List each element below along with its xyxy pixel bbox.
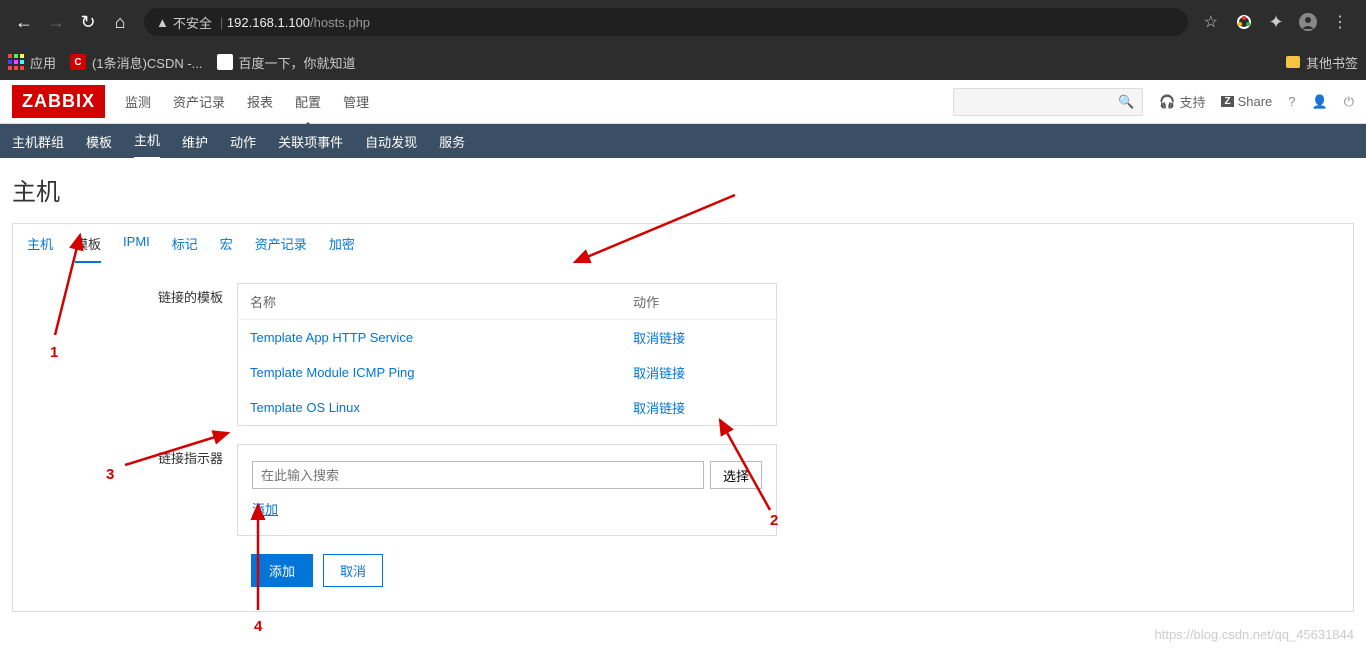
nav-config[interactable]: 配置 bbox=[295, 88, 321, 115]
address-bar[interactable]: ▲ 不安全 | 192.168.1.100/hosts.php bbox=[144, 8, 1188, 36]
nav-asset[interactable]: 资产记录 bbox=[173, 88, 225, 115]
baidu-bookmark[interactable]: 百度一下，你就知道 bbox=[217, 53, 356, 72]
annotation-1: 1 bbox=[50, 344, 58, 361]
tab-template[interactable]: 模板 bbox=[75, 234, 101, 263]
annotation-2: 2 bbox=[770, 512, 778, 529]
zabbix-logo[interactable]: ZABBIX bbox=[12, 85, 105, 118]
subnav-hostgroup[interactable]: 主机群组 bbox=[12, 124, 64, 159]
col-action: 动作 bbox=[621, 284, 776, 320]
linked-templates-label: 链接的模板 bbox=[27, 283, 237, 426]
browser-toolbar: ← → ↻ ⌂ ▲ 不安全 | 192.168.1.100/hosts.php … bbox=[0, 0, 1366, 44]
add-template-link[interactable]: 添加 bbox=[252, 499, 278, 518]
tab-host[interactable]: 主机 bbox=[27, 234, 53, 263]
profile-icon[interactable] bbox=[1298, 12, 1318, 32]
bookmark-bar: 应用 C (1条消息)CSDN -... 百度一下，你就知道 其他书签 bbox=[0, 44, 1366, 80]
subnav-service[interactable]: 服务 bbox=[439, 124, 465, 159]
chrome-colors-icon[interactable] bbox=[1234, 12, 1254, 32]
apps-grid-icon bbox=[8, 54, 24, 70]
user-icon[interactable]: 👤 bbox=[1312, 94, 1328, 110]
tab-macro[interactable]: 宏 bbox=[220, 234, 233, 263]
menu-icon[interactable]: ⋮ bbox=[1330, 12, 1350, 32]
url-host: 192.168.1.100 bbox=[227, 15, 310, 30]
table-row: Template App HTTP Service 取消链接 bbox=[238, 320, 777, 356]
nav-report[interactable]: 报表 bbox=[247, 88, 273, 115]
baidu-icon bbox=[217, 54, 233, 70]
template-link[interactable]: Template OS Linux bbox=[250, 400, 360, 415]
forward-button[interactable]: → bbox=[40, 6, 72, 38]
unlink-link[interactable]: 取消链接 bbox=[633, 331, 685, 346]
table-row: Template OS Linux 取消链接 bbox=[238, 390, 777, 426]
page-title: 主机 bbox=[12, 172, 1354, 207]
search-icon: 🔍 bbox=[1118, 94, 1134, 110]
extensions-icon[interactable]: ✦ bbox=[1266, 12, 1286, 32]
tab-tag[interactable]: 标记 bbox=[172, 234, 198, 263]
linker-label: 链接指示器 bbox=[27, 444, 237, 536]
page-content: 主机 主机 模板 IPMI 标记 宏 资产记录 加密 链接的模板 名称 动作 bbox=[0, 158, 1366, 626]
subnav-discovery[interactable]: 自动发现 bbox=[365, 124, 417, 159]
annotation-4: 4 bbox=[254, 618, 262, 635]
subnav-correlation[interactable]: 关联项事件 bbox=[278, 124, 343, 159]
col-name: 名称 bbox=[238, 284, 622, 320]
back-button[interactable]: ← bbox=[8, 6, 40, 38]
nav-monitor[interactable]: 监测 bbox=[125, 88, 151, 115]
annotation-3: 3 bbox=[106, 466, 114, 483]
tab-asset[interactable]: 资产记录 bbox=[255, 234, 307, 263]
home-button[interactable]: ⌂ bbox=[104, 6, 136, 38]
power-icon[interactable]: ⏻ bbox=[1344, 94, 1354, 110]
url-path: /hosts.php bbox=[310, 15, 370, 30]
unlink-link[interactable]: 取消链接 bbox=[633, 366, 685, 381]
subnav-action[interactable]: 动作 bbox=[230, 124, 256, 159]
select-button[interactable]: 选择 bbox=[710, 461, 762, 489]
sub-nav: 主机群组 模板 主机 维护 动作 关联项事件 自动发现 服务 bbox=[0, 124, 1366, 158]
other-bookmarks[interactable]: 其他书签 bbox=[1286, 53, 1358, 72]
top-nav: 监测 资产记录 报表 配置 管理 bbox=[125, 88, 369, 115]
subnav-host[interactable]: 主机 bbox=[134, 122, 160, 160]
form-tabs: 主机 模板 IPMI 标记 宏 资产记录 加密 bbox=[13, 224, 1353, 263]
support-link[interactable]: 🎧支持 bbox=[1159, 92, 1205, 111]
template-link[interactable]: Template App HTTP Service bbox=[250, 330, 413, 345]
tab-ipmi[interactable]: IPMI bbox=[123, 234, 150, 263]
tab-encrypt[interactable]: 加密 bbox=[329, 234, 355, 263]
favorite-icon[interactable]: ☆ bbox=[1204, 12, 1218, 32]
subnav-template[interactable]: 模板 bbox=[86, 124, 112, 159]
csdn-icon: C bbox=[70, 54, 86, 70]
unlink-link[interactable]: 取消链接 bbox=[633, 401, 685, 416]
insecure-icon: ▲ 不安全 bbox=[156, 13, 212, 32]
template-link[interactable]: Template Module ICMP Ping bbox=[250, 365, 415, 380]
csdn-bookmark[interactable]: C (1条消息)CSDN -... bbox=[70, 53, 203, 72]
global-search[interactable]: 🔍 bbox=[953, 88, 1143, 116]
subnav-maintenance[interactable]: 维护 bbox=[182, 124, 208, 159]
table-row: Template Module ICMP Ping 取消链接 bbox=[238, 355, 777, 390]
help-icon[interactable]: ? bbox=[1288, 94, 1295, 109]
apps-bookmark[interactable]: 应用 bbox=[8, 53, 56, 72]
nav-manage[interactable]: 管理 bbox=[343, 88, 369, 115]
linked-templates-table: 名称 动作 Template App HTTP Service 取消链接 Temp… bbox=[237, 283, 777, 426]
form-card: 主机 模板 IPMI 标记 宏 资产记录 加密 链接的模板 名称 动作 Te bbox=[12, 223, 1354, 612]
folder-icon bbox=[1286, 56, 1300, 68]
app-header: ZABBIX 监测 资产记录 报表 配置 管理 🔍 🎧支持 ZShare ? 👤… bbox=[0, 80, 1366, 124]
submit-button[interactable]: 添加 bbox=[251, 554, 313, 587]
watermark: https://blog.csdn.net/qq_45631844 bbox=[1155, 627, 1355, 642]
share-link[interactable]: ZShare bbox=[1221, 94, 1272, 109]
reload-button[interactable]: ↻ bbox=[72, 6, 104, 38]
template-search-input[interactable] bbox=[252, 461, 704, 489]
cancel-button[interactable]: 取消 bbox=[323, 554, 383, 587]
